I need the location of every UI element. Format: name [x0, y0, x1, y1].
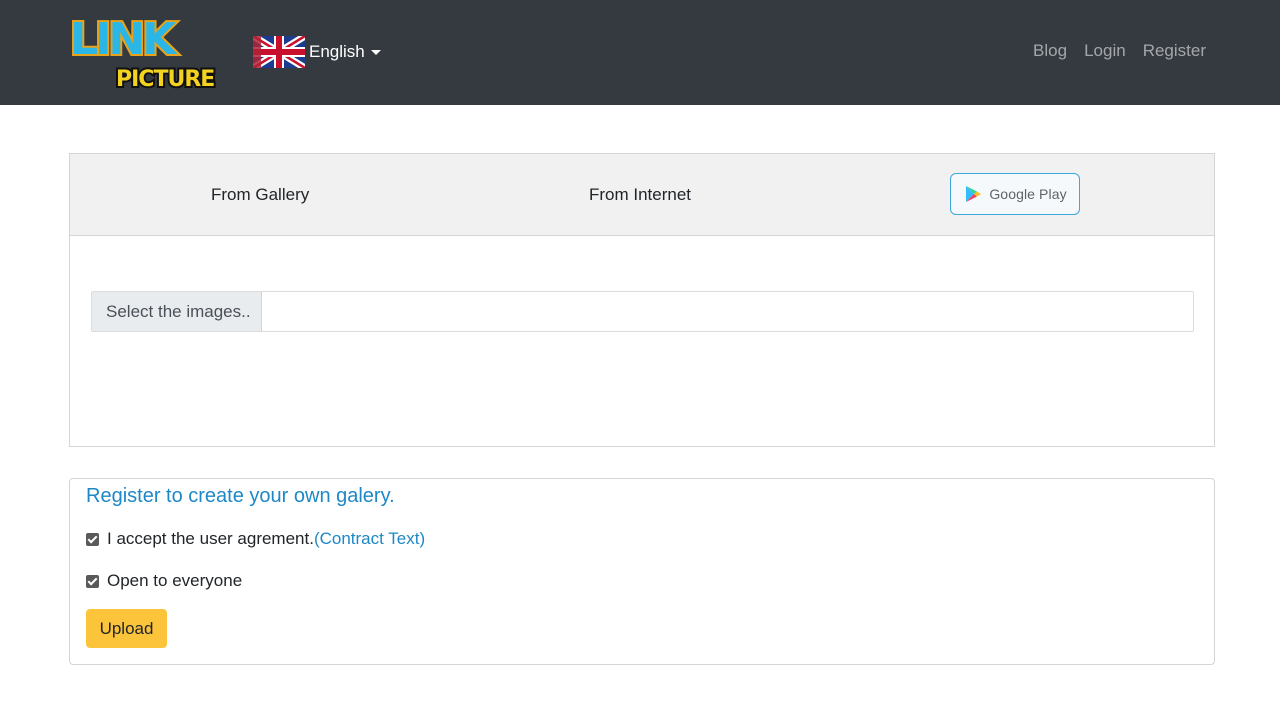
nav-blog-link[interactable]: Blog: [1033, 41, 1067, 61]
nav-register-link[interactable]: Register: [1143, 41, 1206, 61]
tab-from-gallery[interactable]: From Gallery: [211, 185, 309, 205]
language-dropdown[interactable]: English: [253, 36, 381, 68]
contract-text-link[interactable]: (Contract Text): [314, 529, 425, 549]
uk-flag-icon: [253, 36, 305, 68]
link-picture-logo[interactable]: LINK PICTURE: [68, 12, 222, 92]
upload-button[interactable]: Upload: [86, 609, 167, 648]
register-gallery-link[interactable]: Register to create your own galery.: [86, 485, 395, 508]
upload-tabs: From Gallery From Internet Google Play: [70, 154, 1214, 236]
options-card: Register to create your own galery. I ac…: [69, 478, 1215, 665]
caret-down-icon: [370, 50, 381, 55]
open-to-everyone-label: Open to everyone: [107, 571, 243, 590]
logo-text-top: LINK: [70, 14, 178, 65]
google-play-button[interactable]: Google Play: [950, 173, 1080, 215]
upload-card: From Gallery From Internet Google Play S…: [69, 153, 1215, 447]
nav-login-link[interactable]: Login: [1084, 41, 1126, 61]
agreement-row: I accept the user agrement. (Contract Te…: [86, 529, 425, 549]
select-images-button[interactable]: Select the images..: [92, 292, 262, 331]
navbar: LINK PICTURE English Blog Login Register: [0, 0, 1280, 105]
agreement-label: I accept the user agrement.: [107, 529, 314, 548]
google-play-icon: [966, 186, 982, 202]
google-play-label: Google Play: [989, 186, 1067, 202]
agreement-checkbox[interactable]: [86, 532, 99, 546]
nav-links: Blog Login Register: [1033, 41, 1206, 61]
image-file-input[interactable]: Select the images..: [91, 291, 1194, 332]
open-row: Open to everyone: [86, 571, 242, 591]
open-to-everyone-checkbox[interactable]: [86, 574, 99, 588]
logo-text-bottom: PICTURE: [116, 67, 214, 92]
tab-from-internet[interactable]: From Internet: [589, 185, 691, 205]
language-label: English: [309, 42, 365, 61]
